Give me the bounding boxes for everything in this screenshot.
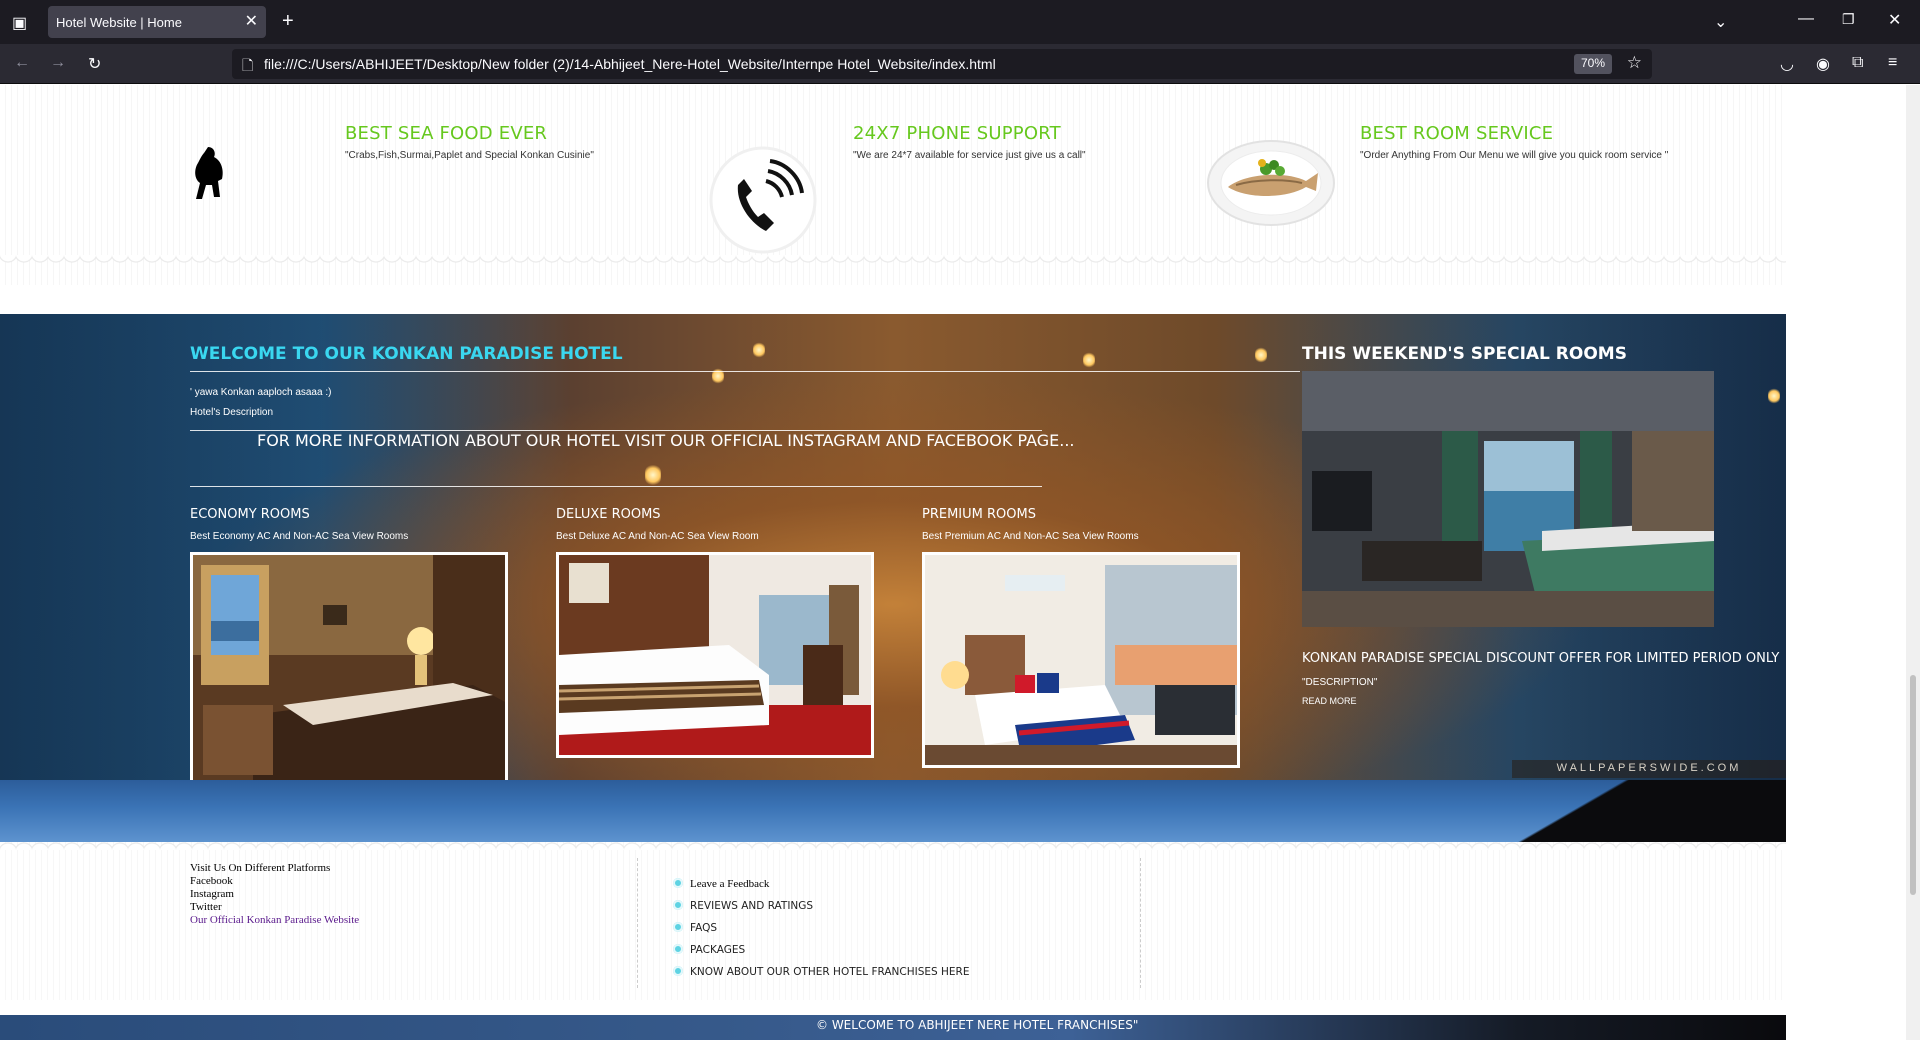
feature-room-service: BEST ROOM SERVICE "Order Anything From O… — [1360, 123, 1668, 161]
bullet-icon — [673, 878, 683, 888]
page-viewport: BEST SEA FOOD EVER "Crabs,Fish,Surmai,Pa… — [0, 85, 1906, 1040]
instagram-link[interactable]: Instagram — [190, 888, 234, 900]
premium-room-image — [925, 555, 1237, 765]
economy-room-photo[interactable] — [190, 552, 508, 792]
read-more-link[interactable]: READ MORE — [1302, 696, 1357, 706]
chevron-down-icon[interactable]: ⌄ — [1714, 12, 1727, 32]
footer-menu: Leave a Feedback REVIEWS AND RATINGS FAQ… — [673, 878, 969, 988]
room-title: DELUXE ROOMS — [556, 507, 661, 522]
room-text: Best Deluxe AC And Non-AC Sea View Room — [556, 531, 759, 542]
special-description: "DESCRIPTION" — [1302, 677, 1378, 688]
page-icon: 🗋 — [242, 57, 254, 73]
feature-seafood: BEST SEA FOOD EVER "Crabs,Fish,Surmai,Pa… — [345, 123, 594, 161]
info-banner: FOR MORE INFORMATION ABOUT OUR HOTEL VIS… — [257, 431, 1075, 450]
official-website-link[interactable]: Our Official Konkan Paradise Website — [190, 914, 359, 926]
lamp-light — [645, 464, 661, 486]
new-tab-icon[interactable]: + — [282, 10, 294, 33]
mountain-silhouette — [1446, 780, 1786, 842]
deluxe-room-photo[interactable] — [556, 552, 874, 758]
divider — [190, 371, 1300, 372]
welcome-tagline: ' yawa Konkan aaploch asaaa :) — [190, 387, 332, 398]
twitter-link[interactable]: Twitter — [190, 901, 222, 913]
economy-room-image — [193, 555, 505, 789]
facebook-link[interactable]: Facebook — [190, 875, 233, 887]
footer: Visit Us On Different Platforms Facebook… — [0, 842, 1786, 1000]
packages-link[interactable]: PACKAGES — [673, 944, 969, 966]
extensions-icon[interactable]: ⧉ — [1852, 54, 1863, 72]
minimize-icon[interactable]: — — [1798, 10, 1814, 28]
social-links: Visit Us On Different Platforms Facebook… — [190, 862, 359, 927]
weekend-special-heading: THIS WEEKEND'S SPECIAL ROOMS — [1302, 344, 1627, 364]
feature-text: "Order Anything From Our Menu we will gi… — [1360, 150, 1669, 161]
hotel-description: Hotel's Description — [190, 407, 274, 418]
bookmark-star-icon[interactable]: ☆ — [1627, 53, 1642, 73]
browser-tab-bar: ▣ Hotel Website | Home ✕ + ⌄ — ❐ ✕ — [0, 0, 1920, 44]
hotel-hero-section: WELCOME TO OUR KONKAN PARADISE HOTEL ' y… — [0, 314, 1786, 842]
page-scrollbar[interactable] — [1906, 85, 1920, 1040]
bullet-icon — [673, 966, 683, 976]
room-title: PREMIUM ROOMS — [922, 507, 1036, 522]
deluxe-room-card: DELUXE ROOMS Best Deluxe AC And Non-AC S… — [556, 507, 876, 542]
room-title: ECONOMY ROOMS — [190, 507, 310, 522]
divider — [190, 486, 1042, 487]
url-bar[interactable]: 🗋 file:///C:/Users/ABHIJEET/Desktop/New … — [232, 49, 1652, 79]
special-offer-title: KONKAN PARADISE SPECIAL DISCOUNT OFFER F… — [1302, 651, 1780, 666]
tab-list-icon[interactable]: ▣ — [12, 13, 27, 33]
room-text: Best Premium AC And Non-AC Sea View Room… — [922, 531, 1139, 542]
premium-room-card: PREMIUM ROOMS Best Premium AC And Non-AC… — [922, 507, 1242, 542]
feature-title: BEST ROOM SERVICE — [1360, 123, 1554, 144]
phone-icon — [709, 146, 817, 254]
scrollbar-thumb[interactable] — [1910, 675, 1916, 895]
bullet-icon — [673, 922, 683, 932]
seafood-plate-image — [1207, 140, 1335, 226]
lamp-light — [1255, 347, 1267, 363]
reviews-link[interactable]: REVIEWS AND RATINGS — [673, 900, 969, 922]
faqs-link[interactable]: FAQS — [673, 922, 969, 944]
browser-tab[interactable]: Hotel Website | Home ✕ — [48, 6, 266, 38]
menu-icon[interactable]: ≡ — [1888, 54, 1897, 72]
tab-title: Hotel Website | Home — [56, 15, 182, 30]
special-room-photo[interactable] — [1302, 371, 1714, 627]
room-text: Best Economy AC And Non-AC Sea View Room… — [190, 531, 409, 542]
wave-divider — [0, 842, 1786, 850]
feedback-link[interactable]: Leave a Feedback — [673, 878, 969, 900]
lamp-light — [1083, 352, 1095, 368]
feature-text: "We are 24*7 available for service just … — [853, 150, 1086, 161]
franchises-link[interactable]: KNOW ABOUT OUR OTHER HOTEL FRANCHISES HE… — [673, 966, 969, 988]
forward-icon[interactable]: → — [50, 54, 66, 72]
footer-divider — [637, 858, 638, 988]
welcome-heading: WELCOME TO OUR KONKAN PARADISE HOTEL — [190, 344, 623, 364]
copyright-text: © WELCOME TO ABHIJEET NERE HOTEL FRANCHI… — [816, 1018, 1139, 1032]
chef-silhouette-icon — [195, 147, 223, 199]
platforms-heading: Visit Us On Different Platforms — [190, 862, 331, 874]
lamp-light — [753, 342, 765, 358]
bullet-icon — [673, 944, 683, 954]
feature-text: "Crabs,Fish,Surmai,Paplet and Special Ko… — [345, 150, 594, 161]
restore-icon[interactable]: ❐ — [1842, 11, 1855, 28]
watermark: WALLPAPERSWIDE.COM — [1512, 760, 1786, 778]
feature-phone-support: 24X7 PHONE SUPPORT "We are 24*7 availabl… — [853, 123, 1086, 161]
wave-divider — [0, 255, 1786, 269]
bullet-icon — [673, 900, 683, 910]
close-window-icon[interactable]: ✕ — [1888, 10, 1901, 30]
close-tab-icon[interactable]: ✕ — [245, 11, 258, 31]
zoom-level[interactable]: 70% — [1573, 54, 1612, 74]
back-icon[interactable]: ← — [14, 54, 30, 72]
reload-icon[interactable]: ↻ — [88, 54, 101, 74]
feature-title: 24X7 PHONE SUPPORT — [853, 123, 1061, 144]
navigation-bar: ← → ↻ 🗋 file:///C:/Users/ABHIJEET/Deskto… — [0, 44, 1920, 84]
feature-title: BEST SEA FOOD EVER — [345, 123, 548, 144]
features-section: BEST SEA FOOD EVER "Crabs,Fish,Surmai,Pa… — [0, 85, 1786, 285]
premium-room-photo[interactable] — [922, 552, 1240, 768]
special-room-image — [1302, 371, 1714, 627]
footer-divider — [1140, 858, 1141, 988]
account-icon[interactable]: ◉ — [1816, 54, 1830, 74]
pocket-icon[interactable]: ◡ — [1780, 54, 1794, 74]
url-text: file:///C:/Users/ABHIJEET/Desktop/New fo… — [264, 56, 996, 72]
lamp-light — [1768, 388, 1780, 404]
economy-room-card: ECONOMY ROOMS Best Economy AC And Non-AC… — [190, 507, 510, 542]
copyright-bar: © WELCOME TO ABHIJEET NERE HOTEL FRANCHI… — [0, 1015, 1786, 1040]
deluxe-room-image — [559, 555, 871, 755]
